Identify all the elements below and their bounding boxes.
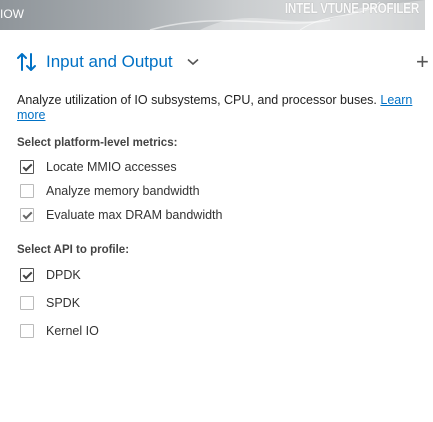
sort-arrows-icon — [17, 53, 36, 71]
checkbox-unchecked[interactable] — [20, 184, 34, 198]
analysis-description: Analyze utilization of IO subsystems, CP… — [17, 93, 417, 123]
option-label: Locate MMIO accesses — [46, 160, 177, 174]
plus-icon[interactable]: + — [416, 49, 429, 75]
option-spdk[interactable]: SPDK — [20, 292, 80, 314]
banner-product-name: INTEL VTUNE PROFILER — [284, 0, 419, 17]
option-dpdk[interactable]: DPDK — [17, 264, 81, 286]
analysis-title[interactable]: Input and Output — [46, 52, 173, 72]
checkbox-unchecked[interactable] — [20, 296, 34, 310]
banner-left-text: IOW — [0, 7, 24, 21]
option-label: SPDK — [46, 296, 81, 310]
option-label: Evaluate max DRAM bandwidth — [46, 208, 223, 222]
analysis-header: Input and Output + — [0, 38, 433, 78]
checkbox-checked[interactable] — [20, 268, 34, 282]
api-profile-label: Select API to profile: — [17, 244, 130, 256]
option-label: DPDK — [46, 268, 81, 282]
option-max-dram-bandwidth[interactable]: Evaluate max DRAM bandwidth — [20, 204, 222, 226]
option-label: Kernel IO — [46, 324, 99, 338]
description-text: Analyze utilization of IO subsystems, CP… — [17, 93, 377, 107]
option-label: Analyze memory bandwidth — [46, 184, 200, 198]
option-locate-mmio[interactable]: Locate MMIO accesses — [17, 156, 177, 178]
platform-metrics-label: Select platform-level metrics: — [17, 137, 178, 149]
option-memory-bandwidth[interactable]: Analyze memory bandwidth — [20, 180, 200, 202]
chevron-down-icon[interactable] — [187, 58, 199, 66]
checkbox-checked[interactable] — [20, 160, 34, 174]
checkbox-unchecked[interactable] — [20, 324, 34, 338]
checkbox-checked[interactable] — [20, 208, 34, 222]
product-banner: IOW INTEL VTUNE PROFILER — [0, 0, 425, 30]
option-kernel-io[interactable]: Kernel IO — [20, 320, 99, 342]
